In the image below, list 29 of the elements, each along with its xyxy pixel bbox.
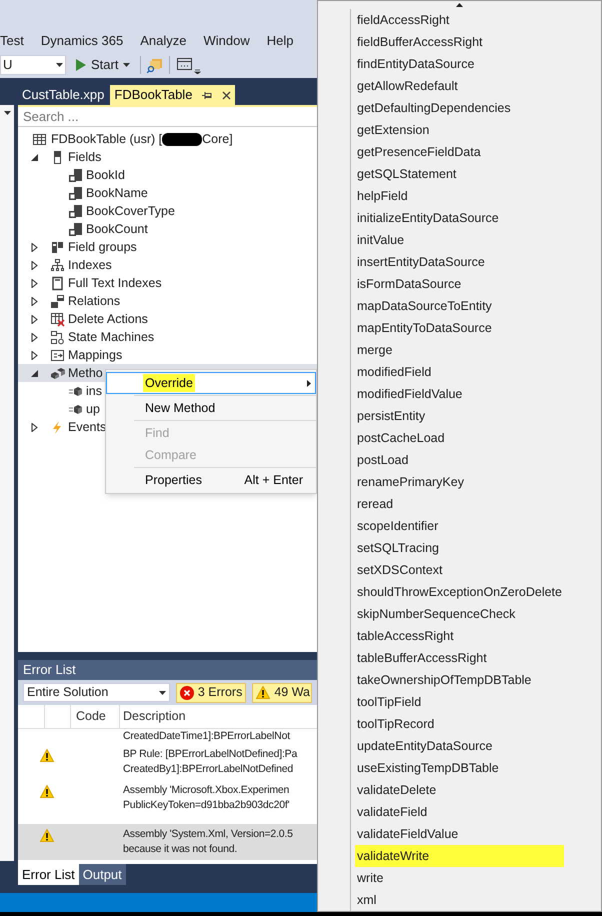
panel-title: Error List [18,660,317,680]
tree-label: up [86,400,100,418]
tree-label: Field groups [68,238,137,256]
tree-label: FDBookTable (usr) [ [51,130,162,148]
description-text: PublicKeyToken=d91bba2b903dc20f' [123,798,290,813]
tree-label: Metho [68,364,103,382]
description-text: CreatedDateTime1]:BPErrorLabelNot [123,729,290,744]
description-text: CreatedBy1]:BPErrorLabelNotDefined [123,762,294,777]
tree-label: BookId [86,166,125,184]
tree-label: Delete Actions [68,310,148,328]
description-text: because it was not found. [123,842,238,857]
tree-label: ins [86,382,102,400]
shortcut-text: Alt + Enter [244,472,303,489]
description-text: Assembly 'System.Xml, Version=2.0.5 [123,827,293,842]
tree-label: BookCount [86,220,148,238]
tree-label: State Machines [68,328,154,346]
tree-label: BookName [86,184,148,202]
tree-label: Full Text Indexes [68,274,162,292]
description-text: BP Rule: [BPErrorLabelNotDefined]:Pa [123,747,298,762]
tree-label: Mappings [68,346,122,364]
description-text: Assembly 'Microsoft.Xbox.Experimen [123,783,290,798]
tree-label: Fields [68,148,102,166]
tree-label: Core] [202,130,233,148]
tab-label: FDBookTable [114,86,192,104]
tree-label: Events [68,418,106,436]
tree-label: Relations [68,292,120,310]
tab-label: CustTable.xpp [22,86,104,104]
tree-label: BookCoverType [86,202,175,220]
tree-label: Indexes [68,256,112,274]
